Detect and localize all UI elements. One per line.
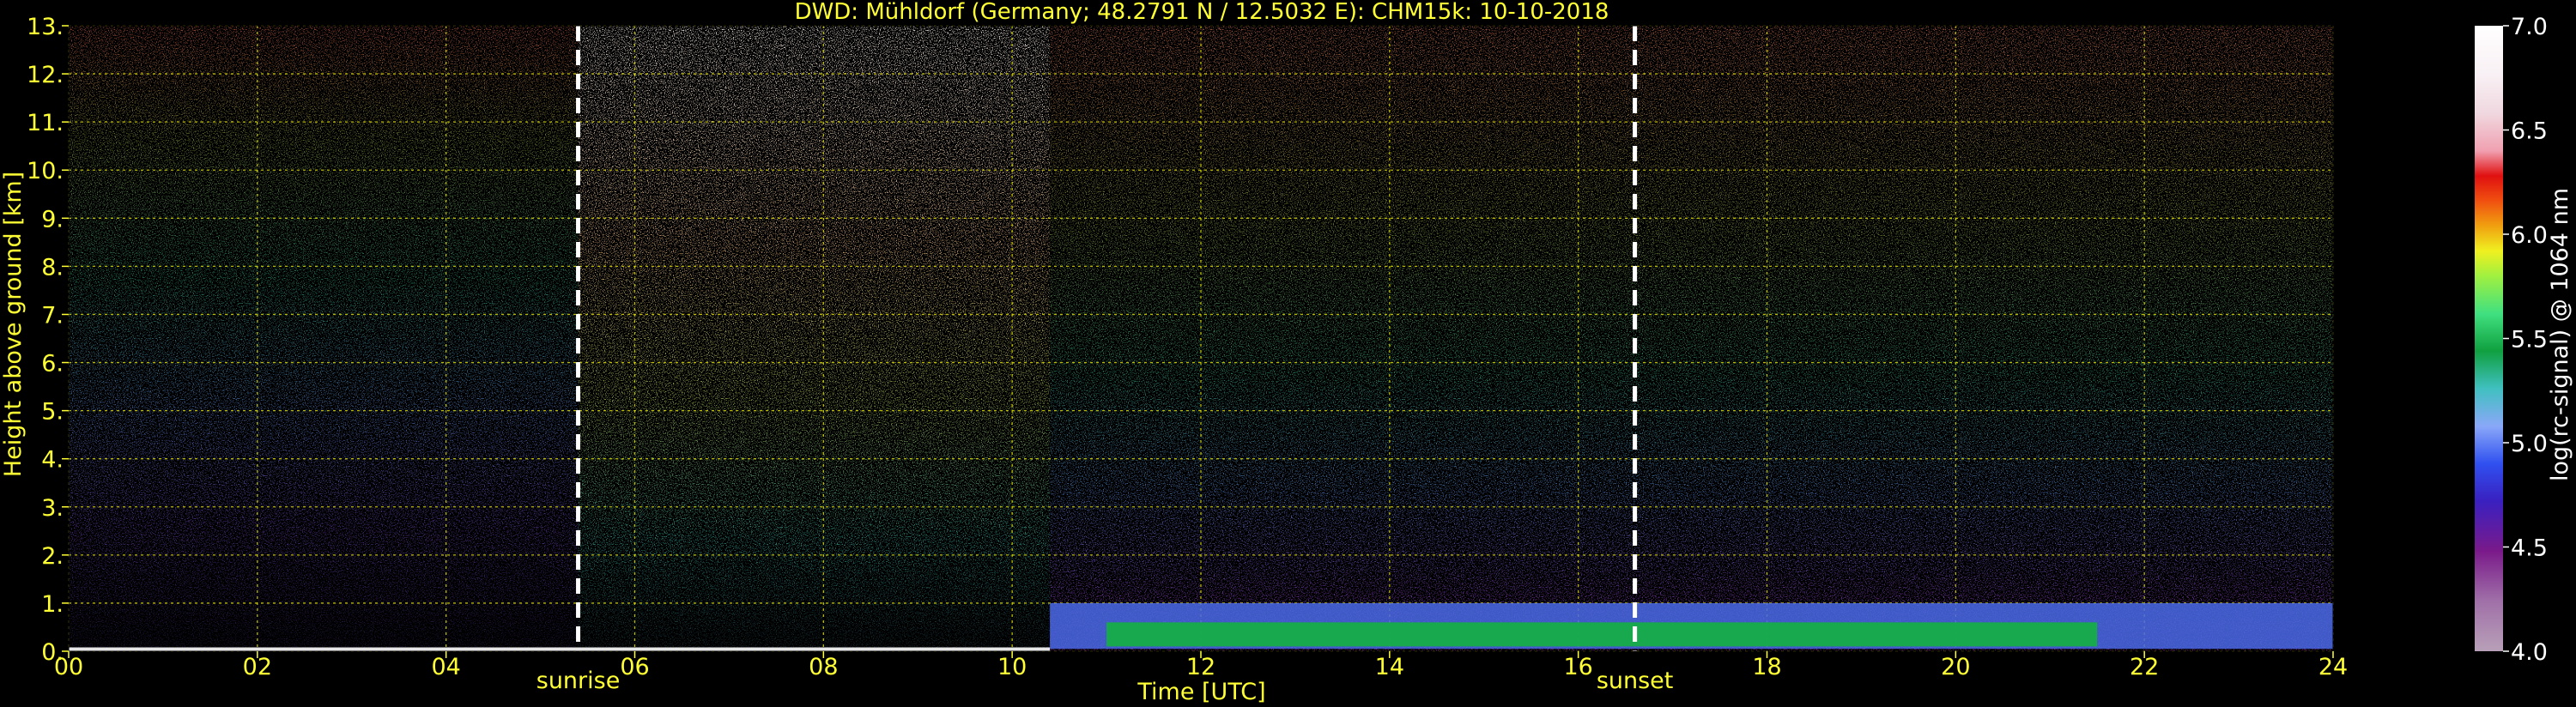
y-tick-label: 9. [41,206,64,233]
y-tick-label: 3. [41,495,64,522]
y-tick-label: 0. [41,639,64,666]
colorbar-tick-label: 6.0 [2511,222,2548,249]
x-tick-label: 18 [1752,654,1781,680]
x-tick-label: 06 [620,654,649,680]
ground-signal [69,647,1051,651]
y-tick-label: 4. [41,447,64,474]
y-tick-label: 5. [41,399,64,426]
colorbar-tick-label: 7.0 [2511,14,2548,40]
x-tick-label: 04 [431,654,460,680]
y-tick-label: 11. [27,110,64,136]
layer-aerosol [1106,622,2098,647]
y-tick-label: 10. [27,158,64,184]
y-tick-label: 8. [41,254,64,281]
sunset-label: sunset [1597,668,1674,694]
x-tick-label: 24 [2318,654,2348,680]
x-tick-label: 10 [997,654,1027,680]
colorbar-gradient [2475,26,2503,651]
x-tick-label: 22 [2130,654,2159,680]
ceilometer-chart: sunrise sunset 00 02 04 06 08 10 12 14 16 18 20 22 24… [0,0,2573,705]
colorbar-tick-label: 4.5 [2511,535,2548,562]
x-tick-label: 20 [1941,654,1970,680]
y-axis-label: Height above ground [km] [0,172,27,477]
y-tick-label: 6. [41,351,64,378]
y-tick-label: 12. [27,62,64,88]
colorbar-tick-label: 4.0 [2511,639,2548,666]
sunrise-label: sunrise [536,668,621,694]
y-tick-label: 1. [41,591,64,618]
x-tick-label: 08 [809,654,838,680]
x-tick-label: 16 [1563,654,1592,680]
x-tick-label: 02 [243,654,272,680]
colorbar-tick-label: 5.5 [2511,327,2548,354]
x-tick-label: 14 [1375,654,1404,680]
x-tick-label: 12 [1186,654,1215,680]
colorbar-tick-label: 6.5 [2511,118,2548,145]
chart-title: DWD: Mühldorf (Germany; 48.2791 N / 12.5… [795,0,1609,25]
y-tick-label: 13. [27,14,64,40]
colorbar: 4.0 4.5 5.0 5.5 6.0 6.5 7.0 [2475,14,2548,666]
x-axis-label: Time [UTC] [1136,679,1265,705]
y-tick-label: 7. [41,302,64,329]
colorbar-label: log(rc-signal) @ 1064 nm [2547,188,2573,481]
colorbar-tick-label: 5.0 [2511,431,2548,457]
y-tick-label: 2. [41,543,64,570]
